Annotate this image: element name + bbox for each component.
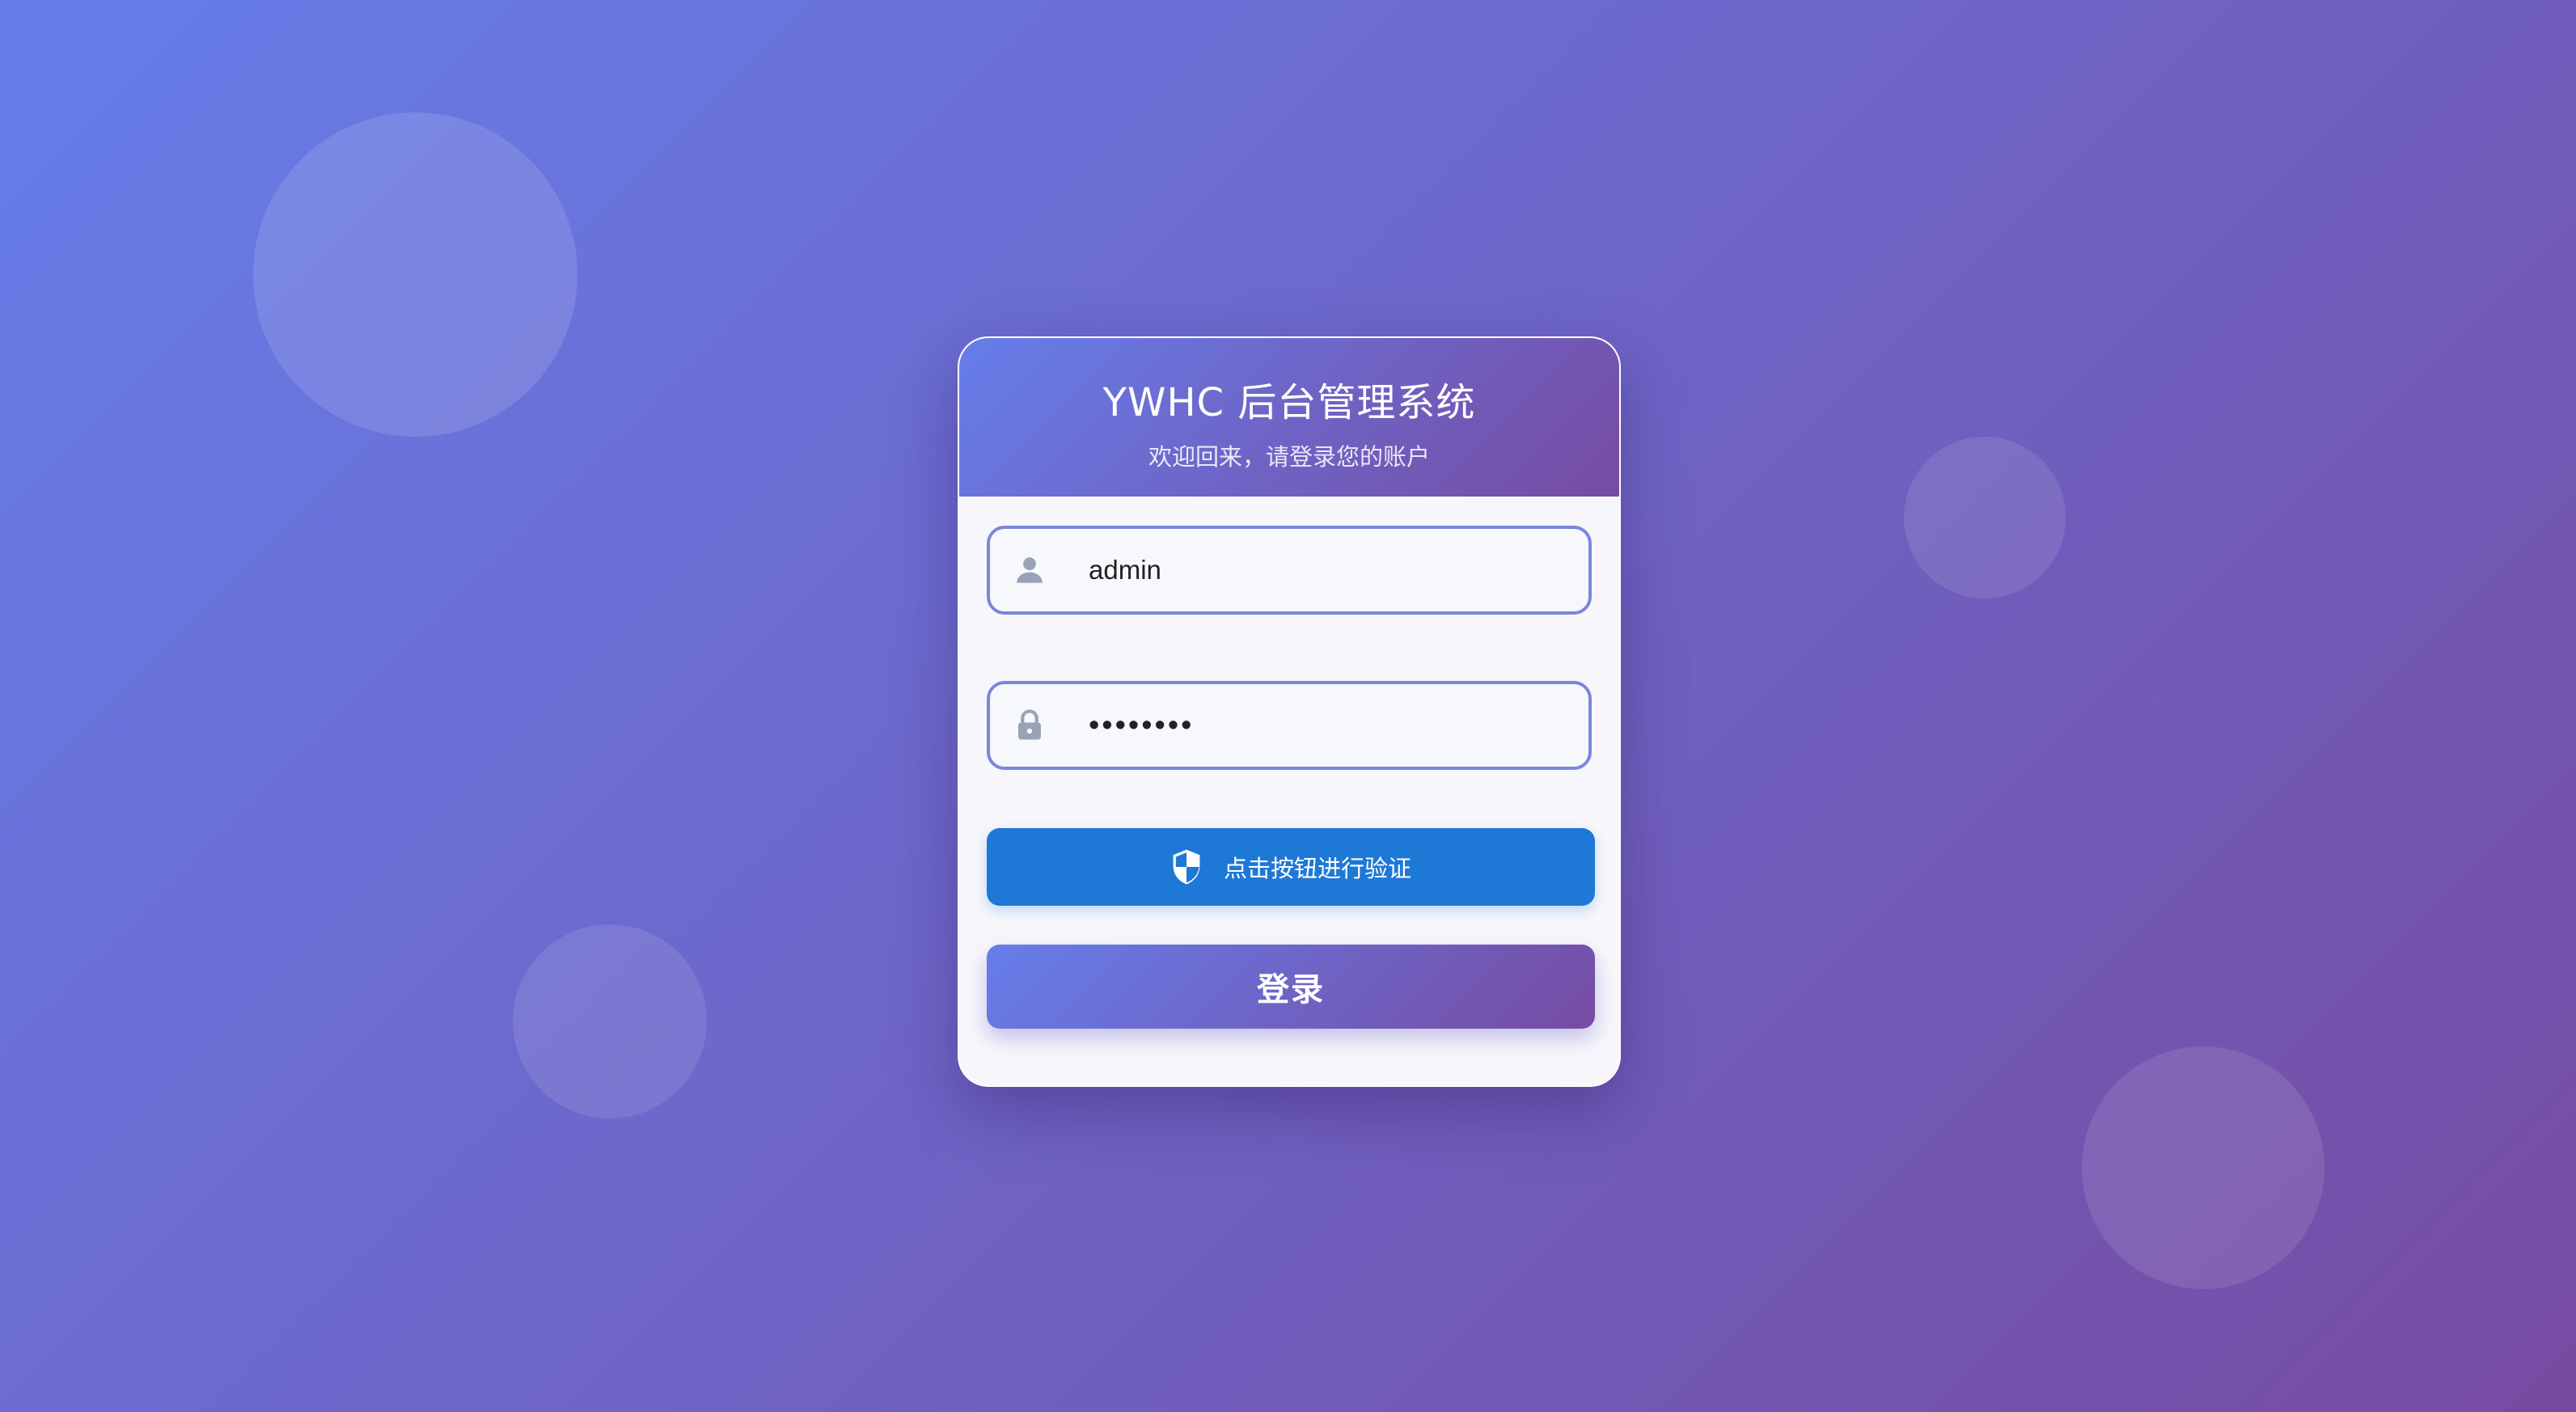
decorative-bubble xyxy=(253,112,577,437)
verify-button-label: 点击按钮进行验证 xyxy=(1223,855,1411,882)
page-title: YWHC 后台管理系统 xyxy=(1102,380,1476,425)
password-field[interactable]: •••••••• xyxy=(987,681,1592,770)
page-subtitle: 欢迎回来，请登录您的账户 xyxy=(1148,443,1430,471)
username-value: admin xyxy=(1089,555,1161,585)
password-value: •••••••• xyxy=(1089,708,1195,742)
login-card-header: YWHC 后台管理系统 欢迎回来，请登录您的账户 xyxy=(959,338,1619,497)
decorative-bubble xyxy=(2082,1046,2324,1289)
decorative-bubble xyxy=(1904,437,2066,598)
decorative-bubble xyxy=(513,924,707,1118)
shield-icon xyxy=(1173,849,1200,885)
lock-icon xyxy=(1018,709,1041,740)
verify-button[interactable]: 点击按钮进行验证 xyxy=(987,828,1595,906)
login-card: YWHC 后台管理系统 欢迎回来，请登录您的账户 admin •••••••• … xyxy=(958,336,1621,1087)
login-button-label: 登录 xyxy=(1257,971,1325,1008)
user-icon xyxy=(1017,557,1043,583)
username-field[interactable]: admin xyxy=(987,526,1592,615)
login-button[interactable]: 登录 xyxy=(987,945,1595,1029)
